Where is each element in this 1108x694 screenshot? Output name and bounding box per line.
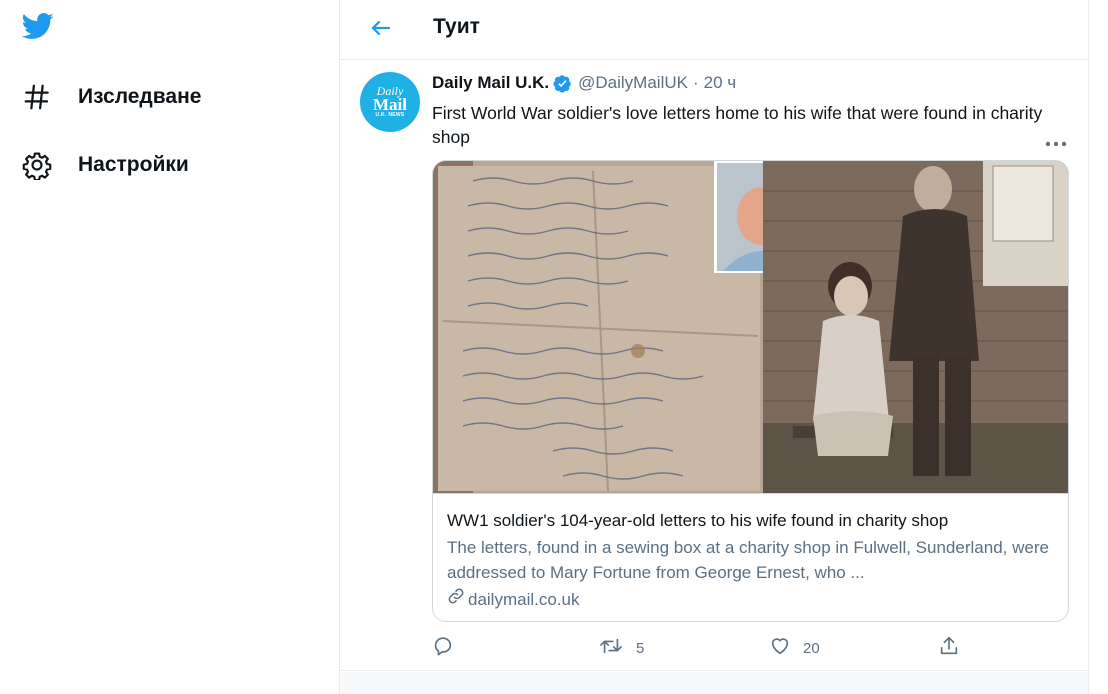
hashtag-icon — [20, 80, 54, 114]
retweet-button[interactable]: 5 — [598, 634, 644, 662]
sidebar-item-label: Изследване — [78, 85, 202, 108]
tweet-content: Daily Mail U.K. @DailyMailUK · 20 ч Firs… — [339, 61, 1089, 673]
link-preview-card[interactable]: WW1 soldier's 104-year-old letters to hi… — [432, 160, 1069, 622]
author-handle[interactable]: @DailyMailUK — [578, 73, 688, 93]
page-title: Туит — [433, 15, 480, 38]
tweet-timestamp[interactable]: 20 ч — [704, 73, 737, 93]
reply-button[interactable] — [432, 634, 466, 662]
card-title: WW1 soldier's 104-year-old letters to hi… — [447, 511, 949, 530]
card-image — [433, 161, 1068, 494]
tweet-header: Daily Mail U.K. @DailyMailUK · 20 ч — [432, 73, 736, 93]
card-domain: dailymail.co.uk — [447, 587, 1056, 612]
sidebar-item-label: Настройки — [78, 153, 189, 176]
twitter-bird-icon[interactable] — [20, 10, 56, 44]
retweet-count: 5 — [636, 639, 645, 657]
card-description: The letters, found in a sewing box at a … — [447, 538, 1049, 582]
timeline-divider — [340, 672, 1088, 694]
like-count: 20 — [803, 639, 820, 657]
card-photo — [433, 161, 1068, 493]
like-button[interactable]: 20 — [769, 634, 820, 662]
card-body: WW1 soldier's 104-year-old letters to hi… — [433, 495, 1068, 612]
page-header: Туит — [340, 0, 1088, 60]
card-domain-text: dailymail.co.uk — [468, 589, 580, 609]
tweet-text: First World War soldier's love letters h… — [432, 103, 1043, 147]
link-icon — [447, 587, 468, 612]
tweet-actions: 5 20 — [432, 634, 1052, 662]
sidebar-item-settings[interactable]: Настройки — [20, 145, 189, 185]
share-icon — [938, 635, 960, 662]
verified-badge-icon — [553, 74, 572, 93]
retweet-icon — [598, 635, 624, 662]
sidebar-item-explore[interactable]: Изследване — [20, 77, 201, 117]
back-button[interactable] — [364, 13, 398, 47]
arrow-left-icon — [369, 16, 393, 45]
share-button[interactable] — [938, 634, 960, 662]
heart-icon — [769, 635, 791, 662]
separator-dot: · — [692, 73, 699, 92]
gear-icon — [20, 148, 54, 182]
author-name[interactable]: Daily Mail U.K. — [432, 73, 549, 93]
sidebar: Изследване Настройки — [0, 0, 340, 694]
reply-icon — [432, 635, 454, 662]
